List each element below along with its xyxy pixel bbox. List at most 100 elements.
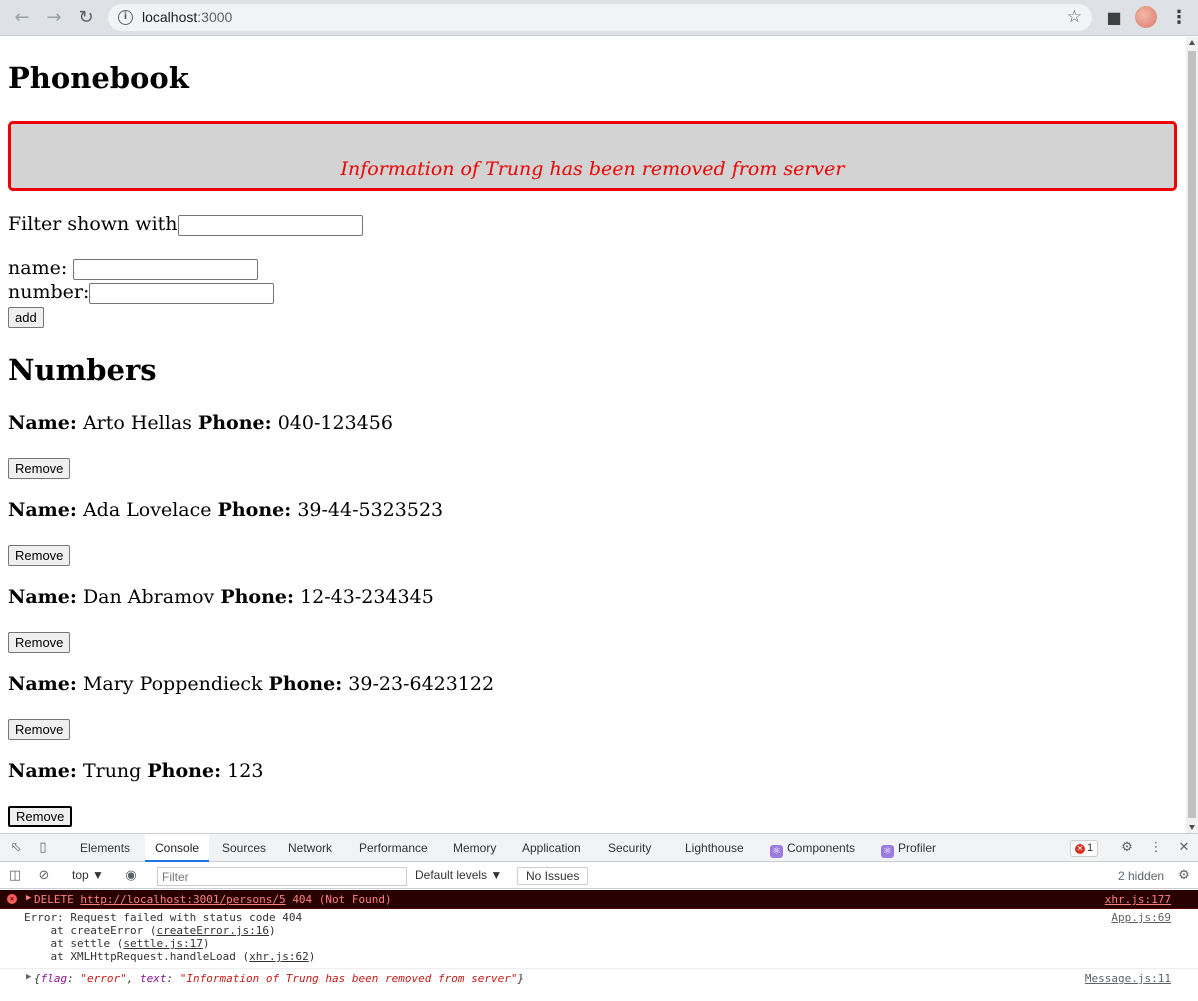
person-phone: 123: [227, 760, 264, 782]
remove-button[interactable]: Remove: [8, 632, 71, 653]
expand-triangle-icon[interactable]: ▶: [26, 972, 31, 982]
console-output: ✕ ▶ DELETE http://localhost:3001/persons…: [0, 890, 1198, 995]
stack-line: Error: Request failed with status code 4…: [24, 911, 303, 924]
tab-network[interactable]: Network: [278, 834, 342, 862]
page-scrollbar[interactable]: [1186, 37, 1198, 833]
tab-console[interactable]: Console: [145, 834, 210, 862]
info-icon[interactable]: i: [118, 10, 133, 25]
browser-menu-icon[interactable]: ⋮: [1170, 6, 1188, 30]
remove-button[interactable]: Remove: [8, 545, 71, 566]
error-url-link[interactable]: http://localhost:3001/persons/5: [80, 893, 285, 906]
person-phone: 040-123456: [277, 412, 393, 434]
tab-memory[interactable]: Memory: [443, 834, 506, 862]
bookmark-star-icon[interactable]: ☆: [1067, 7, 1082, 27]
error-text: DELETE http://localhost:3001/persons/5 4…: [34, 893, 392, 906]
stack-line: at settle (settle.js:17): [24, 937, 210, 950]
forward-arrow-icon[interactable]: →: [42, 6, 66, 30]
http-method: DELETE: [34, 893, 74, 906]
stack-link[interactable]: xhr.js:62: [249, 950, 309, 963]
stack-text: at settle (: [24, 937, 124, 950]
issues-button[interactable]: No Issues: [517, 867, 589, 885]
scrollbar-thumb[interactable]: [1188, 51, 1196, 818]
person-entry: Name: Dan Abramov Phone: 12-43-234345: [8, 586, 434, 608]
name-key: Name:: [8, 673, 77, 695]
settings-gear-icon[interactable]: ⚙: [1118, 839, 1136, 857]
tab-components[interactable]: ⚛ Components: [760, 834, 865, 862]
context-value: top: [72, 868, 89, 882]
devtools-panel: ⬁ ▯ Elements Console Sources Network Per…: [0, 833, 1198, 994]
device-toolbar-icon[interactable]: ▯: [34, 839, 52, 857]
sidebar-toggle-icon[interactable]: ◫: [6, 867, 24, 885]
person-entry: Name: Mary Poppendieck Phone: 39-23-6423…: [8, 673, 494, 695]
person-name: Arto Hellas: [82, 412, 192, 434]
tab-performance[interactable]: Performance: [349, 834, 438, 862]
console-toolbar: ◫ ⊘ top ▼ ◉ Default levels ▼ No Issues 2…: [0, 863, 1198, 889]
scroll-up-icon[interactable]: [1189, 40, 1195, 45]
context-select[interactable]: top ▼: [72, 868, 104, 882]
source-link[interactable]: App.js:69: [1111, 911, 1171, 924]
expand-triangle-icon[interactable]: ▶: [26, 893, 31, 903]
inspect-element-icon[interactable]: ⬁: [7, 839, 25, 857]
person-name: Trung: [82, 760, 142, 782]
devtools-menu-icon[interactable]: ⋮: [1147, 839, 1165, 857]
page-title: Phonebook: [8, 61, 189, 95]
numbers-heading: Numbers: [8, 353, 157, 387]
stack-link[interactable]: createError.js:16: [156, 924, 269, 937]
person-phone: 39-23-6423122: [348, 673, 495, 695]
clear-console-icon[interactable]: ⊘: [35, 867, 53, 885]
person-phone: 39-44-5323523: [297, 499, 444, 521]
scroll-down-icon[interactable]: [1189, 825, 1195, 830]
reload-icon[interactable]: ↻: [74, 6, 98, 30]
filter-input[interactable]: [177, 214, 363, 236]
filter-label: Filter shown with: [8, 213, 178, 235]
profile-avatar[interactable]: [1135, 6, 1157, 28]
person-entry: Name: Arto Hellas Phone: 040-123456: [8, 412, 393, 434]
tab-components-label: Components: [787, 841, 856, 855]
tab-sources[interactable]: Sources: [212, 834, 276, 862]
log-levels-select[interactable]: Default levels ▼: [415, 868, 502, 882]
back-arrow-icon[interactable]: ←: [10, 6, 34, 30]
phone-key: Phone:: [147, 760, 222, 782]
browser-toolbar: ← → ↻ i localhost:3000 ☆ ■ ⋮: [0, 0, 1198, 36]
console-filter-input[interactable]: [157, 867, 407, 886]
source-link[interactable]: Message.js:11: [1085, 972, 1171, 985]
stack-link[interactable]: settle.js:17: [123, 937, 202, 950]
console-error-message[interactable]: ✕ ▶ DELETE http://localhost:3001/persons…: [0, 890, 1198, 909]
log-levels-value: Default levels: [415, 868, 488, 882]
name-key: Name:: [8, 586, 77, 608]
close-icon[interactable]: ✕: [1175, 839, 1193, 857]
remove-button[interactable]: Remove: [8, 719, 71, 740]
console-settings-gear-icon[interactable]: ⚙: [1175, 867, 1193, 885]
remove-button[interactable]: Remove: [8, 806, 73, 827]
add-button[interactable]: add: [8, 307, 44, 328]
tab-elements[interactable]: Elements: [70, 834, 140, 862]
object-text: {flag: "error", text: "Information of Tr…: [34, 972, 525, 985]
name-input[interactable]: [73, 258, 259, 280]
extensions-puzzle-icon[interactable]: ■: [1104, 8, 1124, 28]
url-text[interactable]: localhost:3000: [142, 9, 232, 25]
number-input[interactable]: [89, 282, 275, 304]
source-link[interactable]: xhr.js:177: [1105, 893, 1171, 906]
error-count-badge[interactable]: ✕ 1: [1070, 840, 1099, 857]
filter-row: Filter shown with: [8, 213, 363, 236]
name-key: Name:: [8, 499, 77, 521]
tab-profiler[interactable]: ⚛ Profiler: [871, 834, 946, 862]
url-host: localhost: [142, 9, 198, 25]
address-bar[interactable]: i localhost:3000 ☆: [108, 4, 1092, 31]
tab-lighthouse[interactable]: Lighthouse: [675, 834, 754, 862]
console-object-log[interactable]: ▶ {flag: "error", text: "Information of …: [0, 968, 1198, 986]
devtools-tabbar: ⬁ ▯ Elements Console Sources Network Per…: [0, 834, 1198, 862]
person-name: Mary Poppendieck: [82, 673, 263, 695]
tab-application[interactable]: Application: [512, 834, 591, 862]
remove-button[interactable]: Remove: [8, 458, 71, 479]
chevron-down-icon: ▼: [490, 868, 503, 882]
http-status: 404 (Not Found): [292, 893, 392, 906]
console-stack-trace: Error: Request failed with status code 4…: [0, 910, 1198, 967]
tab-security[interactable]: Security: [598, 834, 661, 862]
object-value: "Information of Trung has been removed f…: [179, 972, 518, 985]
person-phone: 12-43-234345: [300, 586, 434, 608]
hidden-count: 2 hidden: [1118, 869, 1165, 883]
phone-key: Phone:: [268, 673, 343, 695]
stack-text: at XMLHttpRequest.handleLoad (: [24, 950, 250, 963]
live-expression-eye-icon[interactable]: ◉: [122, 867, 140, 885]
